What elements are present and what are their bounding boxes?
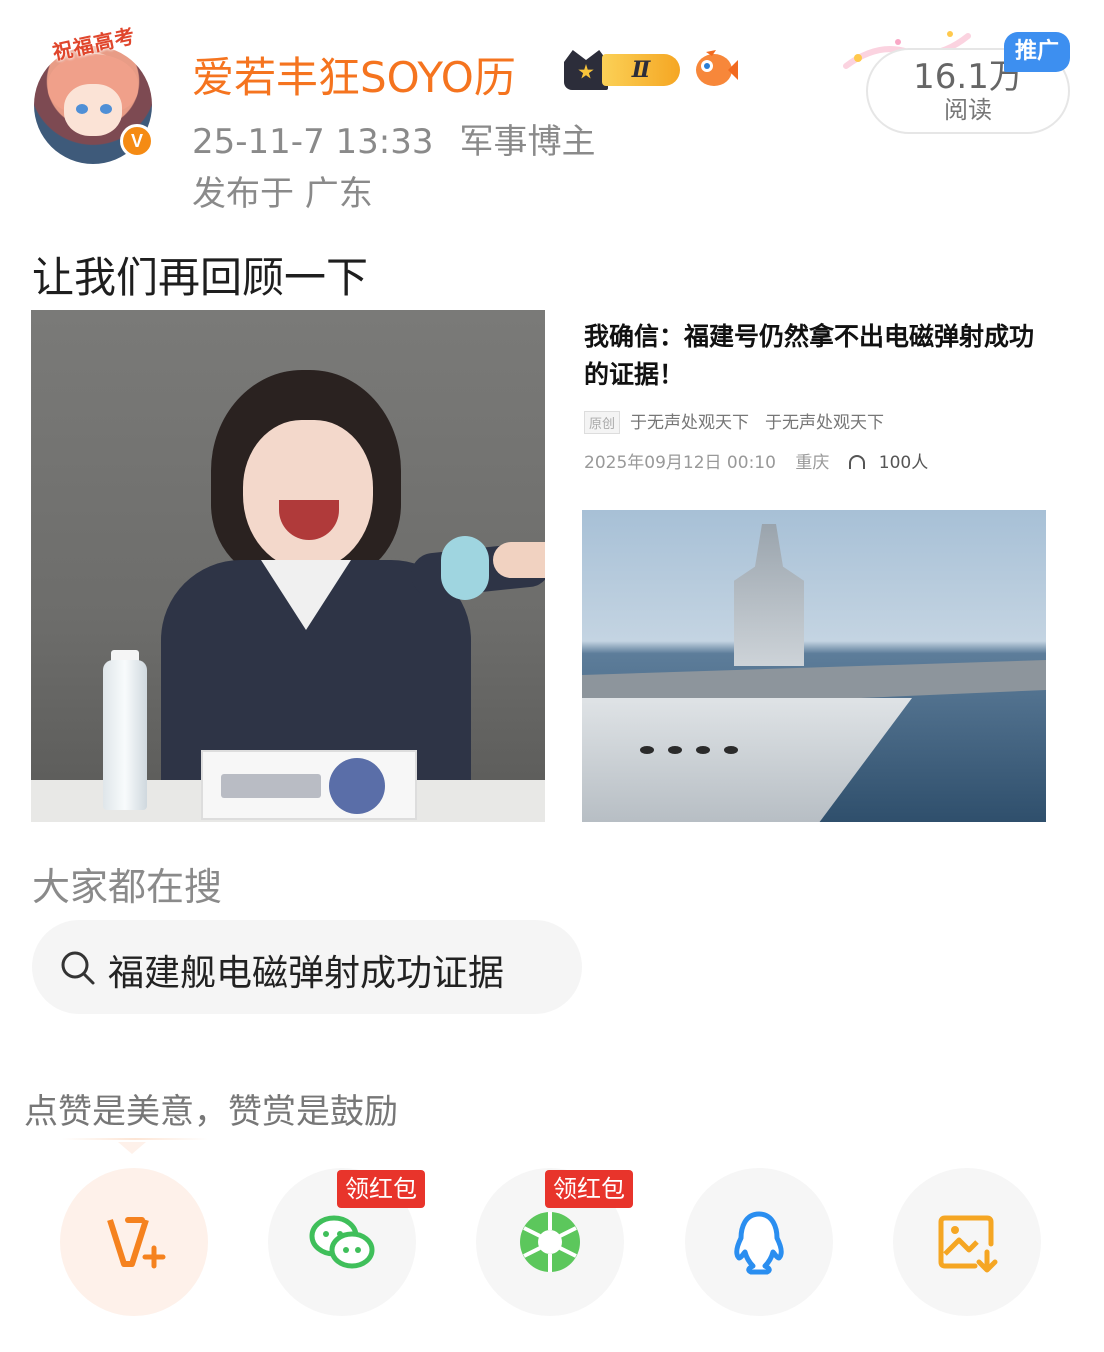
moments-icon [520, 1212, 580, 1272]
tip-underline [62, 1138, 208, 1140]
article-listeners: 100人 [878, 453, 929, 473]
reward-tip: 点赞是美意，赞赏是鼓励 [24, 1092, 398, 1132]
author-name[interactable]: 爱若丰狂SOYO历 [192, 44, 516, 105]
post-image-2-article-screenshot[interactable]: 我确信：福建号仍然拿不出电磁弹射成功的证据！ 原创 于无声处观天下 于无声处观天下 … [582, 310, 1062, 822]
wechat-icon [309, 1215, 375, 1269]
qq-icon [734, 1211, 784, 1275]
reads-label: 阅读 [944, 96, 992, 124]
wechat-red-packet-label[interactable]: 领红包 [337, 1170, 425, 1208]
search-section-title: 大家都在搜 [32, 865, 223, 909]
save-image-button[interactable] [893, 1168, 1041, 1316]
share-bar: 领红包 领红包 [0, 1160, 1104, 1330]
save-image-icon [938, 1215, 998, 1273]
promote-button[interactable]: 推广 [1004, 32, 1070, 72]
search-icon [61, 951, 95, 985]
original-tag: 原创 [584, 411, 621, 434]
search-query: 福建舰电磁弹射成功证据 [108, 953, 505, 994]
vip-level: Ⅱ [602, 54, 680, 86]
reward-button[interactable] [60, 1168, 208, 1316]
post-time: 25-11-7 13:33 [192, 122, 434, 162]
fish-icon[interactable] [692, 48, 738, 90]
search-suggestion[interactable]: 福建舰电磁弹射成功证据 [32, 920, 582, 1014]
post-image-1[interactable] [31, 310, 545, 822]
article-title: 我确信：福建号仍然拿不出电磁弹射成功的证据！ [584, 322, 1035, 389]
post-text: 让我们再回顾一下 [32, 253, 369, 302]
post-meta: 25-11-7 13:33 军事博主 [192, 114, 596, 163]
article-region: 重庆 [795, 453, 830, 473]
article-author: 于无声处观天下 [630, 413, 750, 433]
author-tag: 军事博主 [459, 122, 596, 162]
qq-share-button[interactable] [685, 1168, 833, 1316]
article-date: 2025年09月12日 00:10 [584, 453, 776, 473]
author-avatar[interactable]: 祝福高考 V [28, 22, 160, 164]
headphones-icon [848, 455, 865, 469]
article-info: 2025年09月12日 00:10 重庆 100人 [584, 448, 956, 473]
verified-badge-icon: V [120, 124, 154, 158]
tip-pointer [118, 1142, 146, 1154]
moments-red-packet-label[interactable]: 领红包 [545, 1170, 633, 1208]
vip-badge[interactable]: Ⅱ [564, 50, 680, 90]
v-plus-icon [107, 1217, 166, 1269]
article-account: 于无声处观天下 [765, 413, 885, 433]
post-location: 发布于 广东 [192, 174, 373, 214]
aircraft-carrier-image [582, 510, 1046, 822]
article-source: 原创 于无声处观天下 于无声处观天下 [584, 408, 884, 434]
